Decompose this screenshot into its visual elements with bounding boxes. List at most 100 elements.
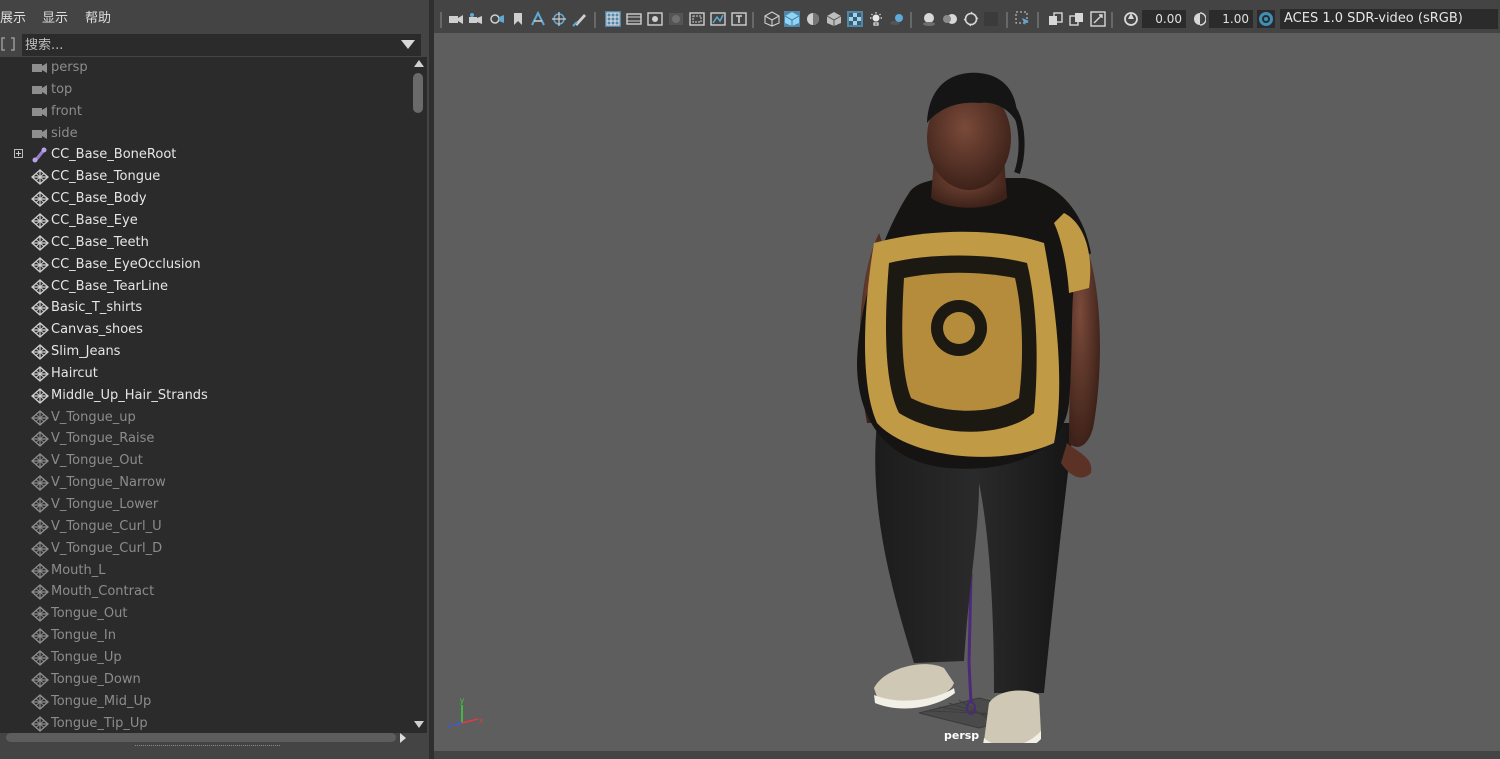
- outliner-item[interactable]: V_Tongue_Raise: [0, 428, 410, 450]
- camera-attributes-icon[interactable]: [468, 11, 484, 27]
- search-options-dropdown-icon[interactable]: [401, 40, 415, 49]
- resolution-gate-icon[interactable]: [647, 11, 663, 27]
- outliner-item[interactable]: Haircut: [0, 363, 410, 385]
- outliner-item-label: Basic_T_shirts: [51, 300, 143, 316]
- outliner-item[interactable]: CC_Base_Teeth: [0, 232, 410, 254]
- smooth-shade-icon[interactable]: [784, 11, 800, 27]
- menu-display[interactable]: 展示: [0, 7, 26, 26]
- outliner-panel: 展示 显示 帮助 persp top front side CC_Base_BoneRo…: [0, 0, 429, 759]
- horizontal-scroll-thumb[interactable]: [6, 733, 396, 742]
- image-plane-icon[interactable]: [530, 11, 546, 27]
- color-management-icon[interactable]: [1257, 10, 1275, 28]
- outliner-item[interactable]: V_Tongue_Narrow: [0, 472, 410, 494]
- textured-icon[interactable]: [847, 11, 863, 27]
- outliner-item[interactable]: CC_Base_BoneRoot: [0, 144, 410, 166]
- safe-action-icon[interactable]: [710, 11, 726, 27]
- axis-y-label: y: [460, 696, 464, 705]
- gate-mask-icon[interactable]: [668, 11, 684, 27]
- outliner-item[interactable]: Canvas_shoes: [0, 319, 410, 341]
- outliner-item-label: persp: [51, 60, 88, 75]
- outliner-item[interactable]: Mouth_L: [0, 560, 410, 582]
- mesh-icon: [30, 169, 50, 186]
- outliner-item[interactable]: Slim_Jeans: [0, 341, 410, 363]
- vertical-scroll-thumb[interactable]: [413, 73, 423, 113]
- outliner-item-label: top: [51, 81, 73, 97]
- depth-of-field-icon[interactable]: [983, 11, 999, 27]
- outliner-item[interactable]: Tongue_Mid_Up: [0, 691, 410, 713]
- wireframe-on-shaded-icon[interactable]: [826, 11, 842, 27]
- scroll-up-arrow-icon[interactable]: [414, 60, 424, 67]
- exposure-field[interactable]: 0.00: [1142, 10, 1186, 28]
- vertical-scrollbar[interactable]: [410, 57, 427, 733]
- ambient-occlusion-icon[interactable]: [921, 11, 937, 27]
- outliner-item[interactable]: persp: [0, 57, 410, 79]
- axis-x-label: x: [479, 716, 483, 725]
- outliner-item[interactable]: Tongue_Up: [0, 647, 410, 669]
- outliner-item[interactable]: V_Tongue_up: [0, 407, 410, 429]
- shadows-icon[interactable]: [889, 11, 905, 27]
- mesh-icon: [30, 518, 50, 535]
- outliner-item[interactable]: front: [0, 101, 410, 123]
- camera-bookmark-icon[interactable]: [489, 11, 505, 27]
- grease-pencil-icon[interactable]: [572, 11, 588, 27]
- outliner-item[interactable]: CC_Base_Tongue: [0, 166, 410, 188]
- outliner-item[interactable]: CC_Base_Body: [0, 188, 410, 210]
- outliner-item[interactable]: top: [0, 79, 410, 101]
- xray-active-components-icon[interactable]: [1069, 11, 1085, 27]
- select-camera-icon[interactable]: [448, 11, 464, 27]
- mesh-icon: [30, 562, 50, 579]
- expand-icon[interactable]: [14, 149, 23, 159]
- outliner-item[interactable]: Tongue_Down: [0, 669, 410, 691]
- toolbar-separator: [910, 12, 912, 28]
- outliner-item-label: Tongue_Up: [51, 649, 122, 665]
- wireframe-icon[interactable]: [764, 11, 780, 27]
- default-material-icon[interactable]: [805, 11, 821, 27]
- mesh-icon: [30, 584, 50, 601]
- 3d-viewport[interactable]: y x z persp: [434, 33, 1500, 751]
- outliner-item[interactable]: Tongue_Out: [0, 603, 410, 625]
- outliner-item[interactable]: V_Tongue_Lower: [0, 494, 410, 516]
- search-box: [22, 34, 421, 56]
- xray-icon[interactable]: [1048, 11, 1064, 27]
- outliner-item[interactable]: CC_Base_Eye: [0, 210, 410, 232]
- outliner-item[interactable]: Tongue_In: [0, 625, 410, 647]
- panel-resize-grip[interactable]: [135, 745, 280, 748]
- scroll-right-arrow-icon[interactable]: [400, 733, 406, 743]
- horizontal-scrollbar[interactable]: [0, 733, 410, 745]
- outliner-item[interactable]: CC_Base_EyeOcclusion: [0, 254, 410, 276]
- menu-help[interactable]: 帮助: [85, 7, 111, 26]
- mesh-icon: [30, 213, 50, 229]
- isolate-select-icon[interactable]: [1015, 11, 1031, 27]
- menu-show[interactable]: 显示: [42, 7, 68, 26]
- xray-joints-icon[interactable]: [1090, 11, 1106, 27]
- outliner-item[interactable]: CC_Base_TearLine: [0, 276, 410, 298]
- scroll-down-arrow-icon[interactable]: [414, 721, 424, 728]
- filter-toggle-icon[interactable]: [1, 36, 15, 52]
- outliner-item[interactable]: V_Tongue_Curl_D: [0, 538, 410, 560]
- gamma-field[interactable]: 1.00: [1209, 10, 1253, 28]
- outliner-item[interactable]: Tongue_Tip_Up: [0, 713, 410, 734]
- outliner-item[interactable]: Middle_Up_Hair_Strands: [0, 385, 410, 407]
- axis-z-label: z: [448, 721, 452, 730]
- bookmark-icon[interactable]: [510, 11, 526, 27]
- safe-title-icon[interactable]: [731, 11, 747, 27]
- grid-icon[interactable]: [605, 11, 621, 27]
- search-input[interactable]: [22, 34, 395, 56]
- outliner-item[interactable]: V_Tongue_Curl_U: [0, 516, 410, 538]
- film-gate-icon[interactable]: [626, 11, 642, 27]
- camera-name-label: persp: [944, 729, 980, 742]
- anti-aliasing-icon[interactable]: [963, 11, 979, 27]
- use-all-lights-icon[interactable]: [868, 11, 884, 27]
- outliner-item[interactable]: side: [0, 123, 410, 145]
- outliner-item[interactable]: Mouth_Contract: [0, 581, 410, 603]
- color-space-dropdown[interactable]: ACES 1.0 SDR-video (sRGB): [1280, 9, 1498, 29]
- motion-blur-icon[interactable]: [942, 11, 958, 27]
- field-chart-icon[interactable]: [689, 11, 705, 27]
- outliner-item-label: CC_Base_BoneRoot: [51, 147, 177, 163]
- 2d-pan-zoom-icon[interactable]: [551, 11, 567, 27]
- exposure-icon[interactable]: [1123, 11, 1139, 27]
- character-model[interactable]: [829, 63, 1129, 743]
- outliner-item[interactable]: Basic_T_shirts: [0, 297, 410, 319]
- gamma-icon[interactable]: [1190, 11, 1206, 27]
- outliner-item[interactable]: V_Tongue_Out: [0, 450, 410, 472]
